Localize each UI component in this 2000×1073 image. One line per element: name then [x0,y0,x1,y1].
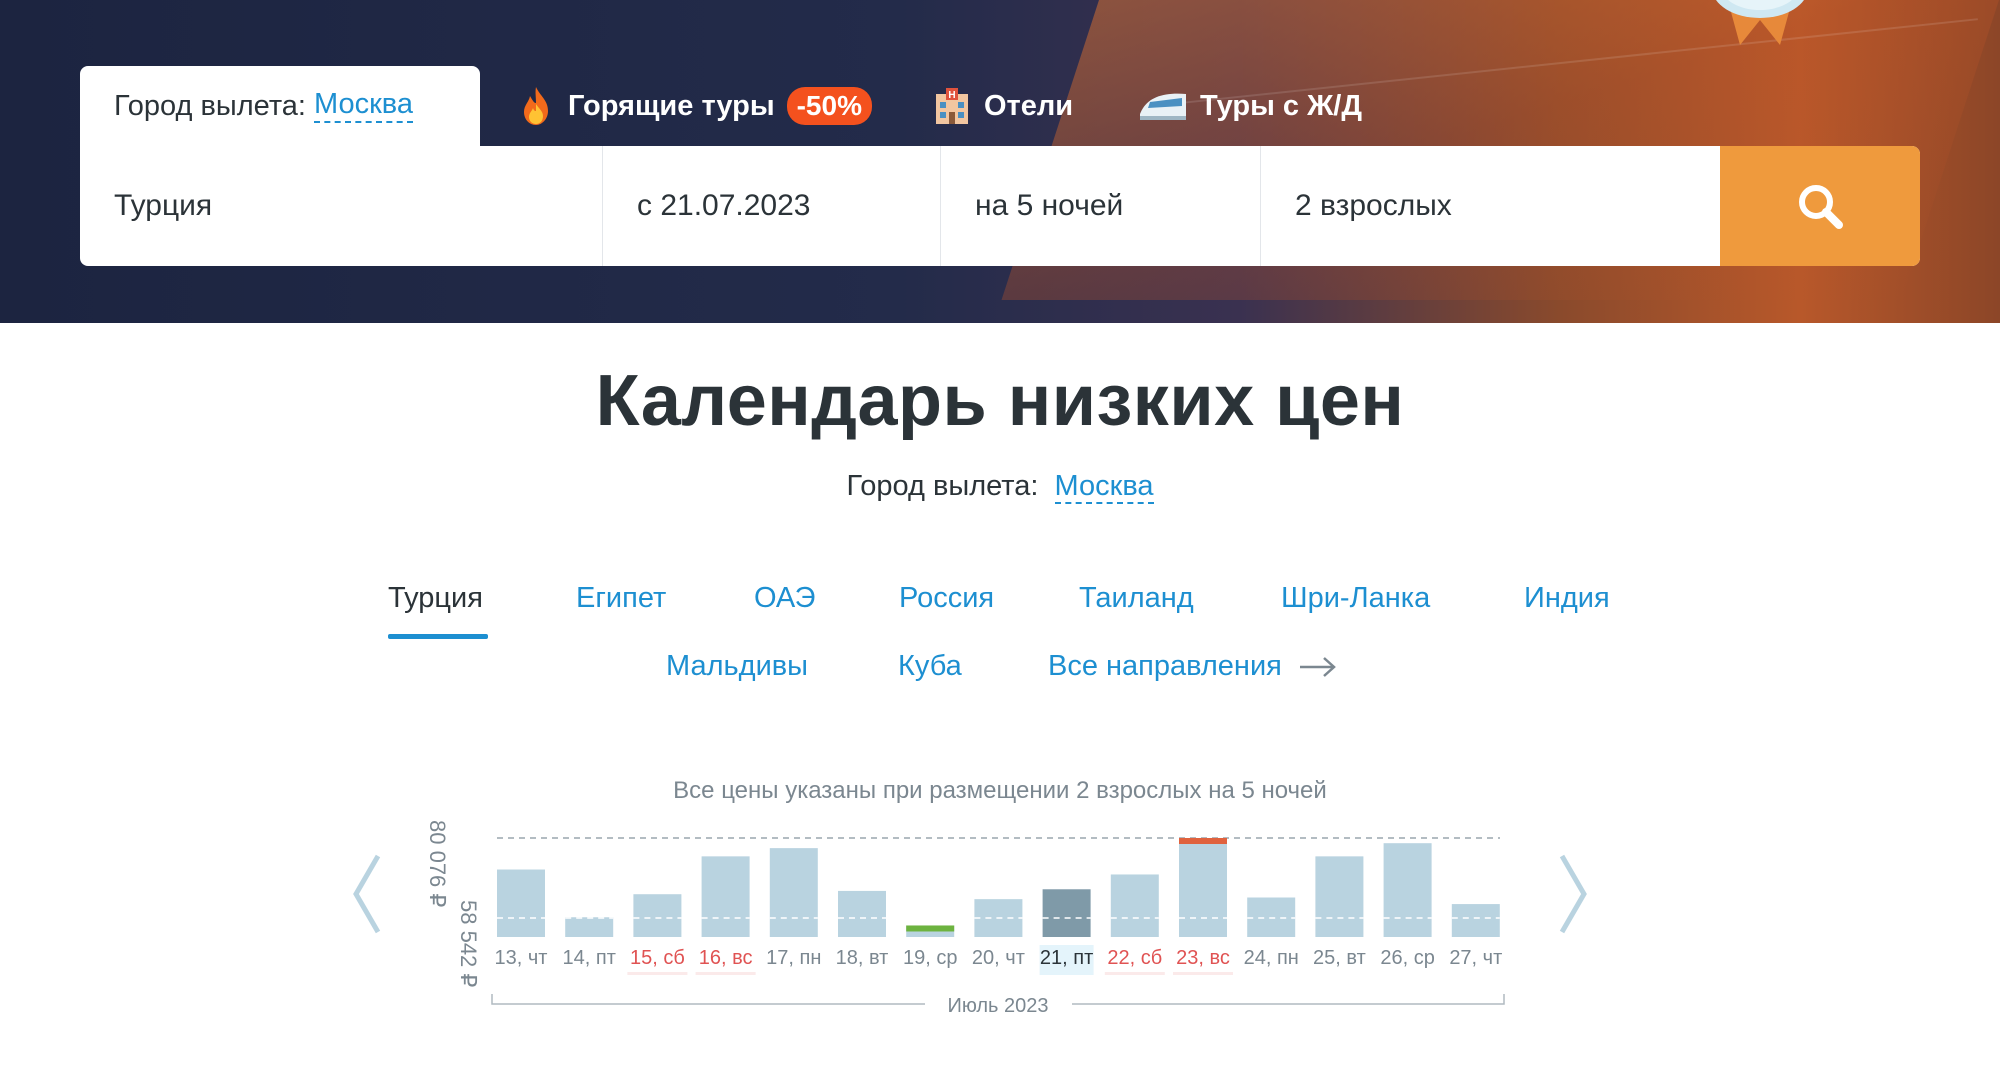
date-label[interactable]: 26, ср [1380,947,1434,969]
date-label[interactable]: 24, пн [1244,947,1299,969]
date-label[interactable]: 15, сб [630,947,685,969]
month-bracket-left [491,994,925,1005]
date-label[interactable]: 13, чт [495,947,548,969]
price-bar[interactable] [838,890,886,937]
weekend-underline [695,972,756,975]
price-bar[interactable] [701,856,750,937]
price-bar[interactable] [497,869,545,937]
price-bar[interactable] [633,894,682,937]
date-label[interactable]: 16, вс [699,947,753,969]
weekend-underline [1104,972,1165,975]
date-label[interactable]: 23, вс [1176,947,1230,969]
date-label[interactable]: 17, пн [766,947,821,969]
date-label[interactable]: 20, чт [972,947,1025,969]
month-bracket-right [1072,994,1505,1005]
date-label[interactable]: 27, чт [1449,947,1502,969]
max-price-marker [1179,838,1227,844]
price-bar[interactable] [1110,874,1159,937]
date-label[interactable]: 22, сб [1107,947,1162,969]
max-price-label: 80 076 ₽ [425,820,450,907]
price-bar[interactable] [1042,889,1091,937]
date-label[interactable]: 25, вт [1313,947,1366,969]
min-price-marker [906,925,955,932]
price-bar[interactable] [1383,843,1432,937]
weekend-underline [627,972,688,975]
price-bar[interactable] [565,917,614,937]
price-bar[interactable] [1179,838,1227,937]
date-label[interactable]: 21, пт [1040,947,1093,969]
weekend-underline [1173,972,1233,975]
min-price-label: 58 542 ₽ [456,900,481,987]
date-label[interactable]: 18, вт [836,947,889,969]
price-bar[interactable] [1451,904,1500,937]
price-calendar-chart: 13, чт 14, пт 15, сб 16, вс 17, пн 18, вт 19, … [425,820,1505,1017]
price-bar[interactable] [769,848,818,937]
month-label: Июль 2023 [947,995,1048,1017]
date-label[interactable]: 19, ср [903,947,957,969]
date-label[interactable]: 14, пт [563,947,616,969]
price-bar[interactable] [1315,856,1364,937]
